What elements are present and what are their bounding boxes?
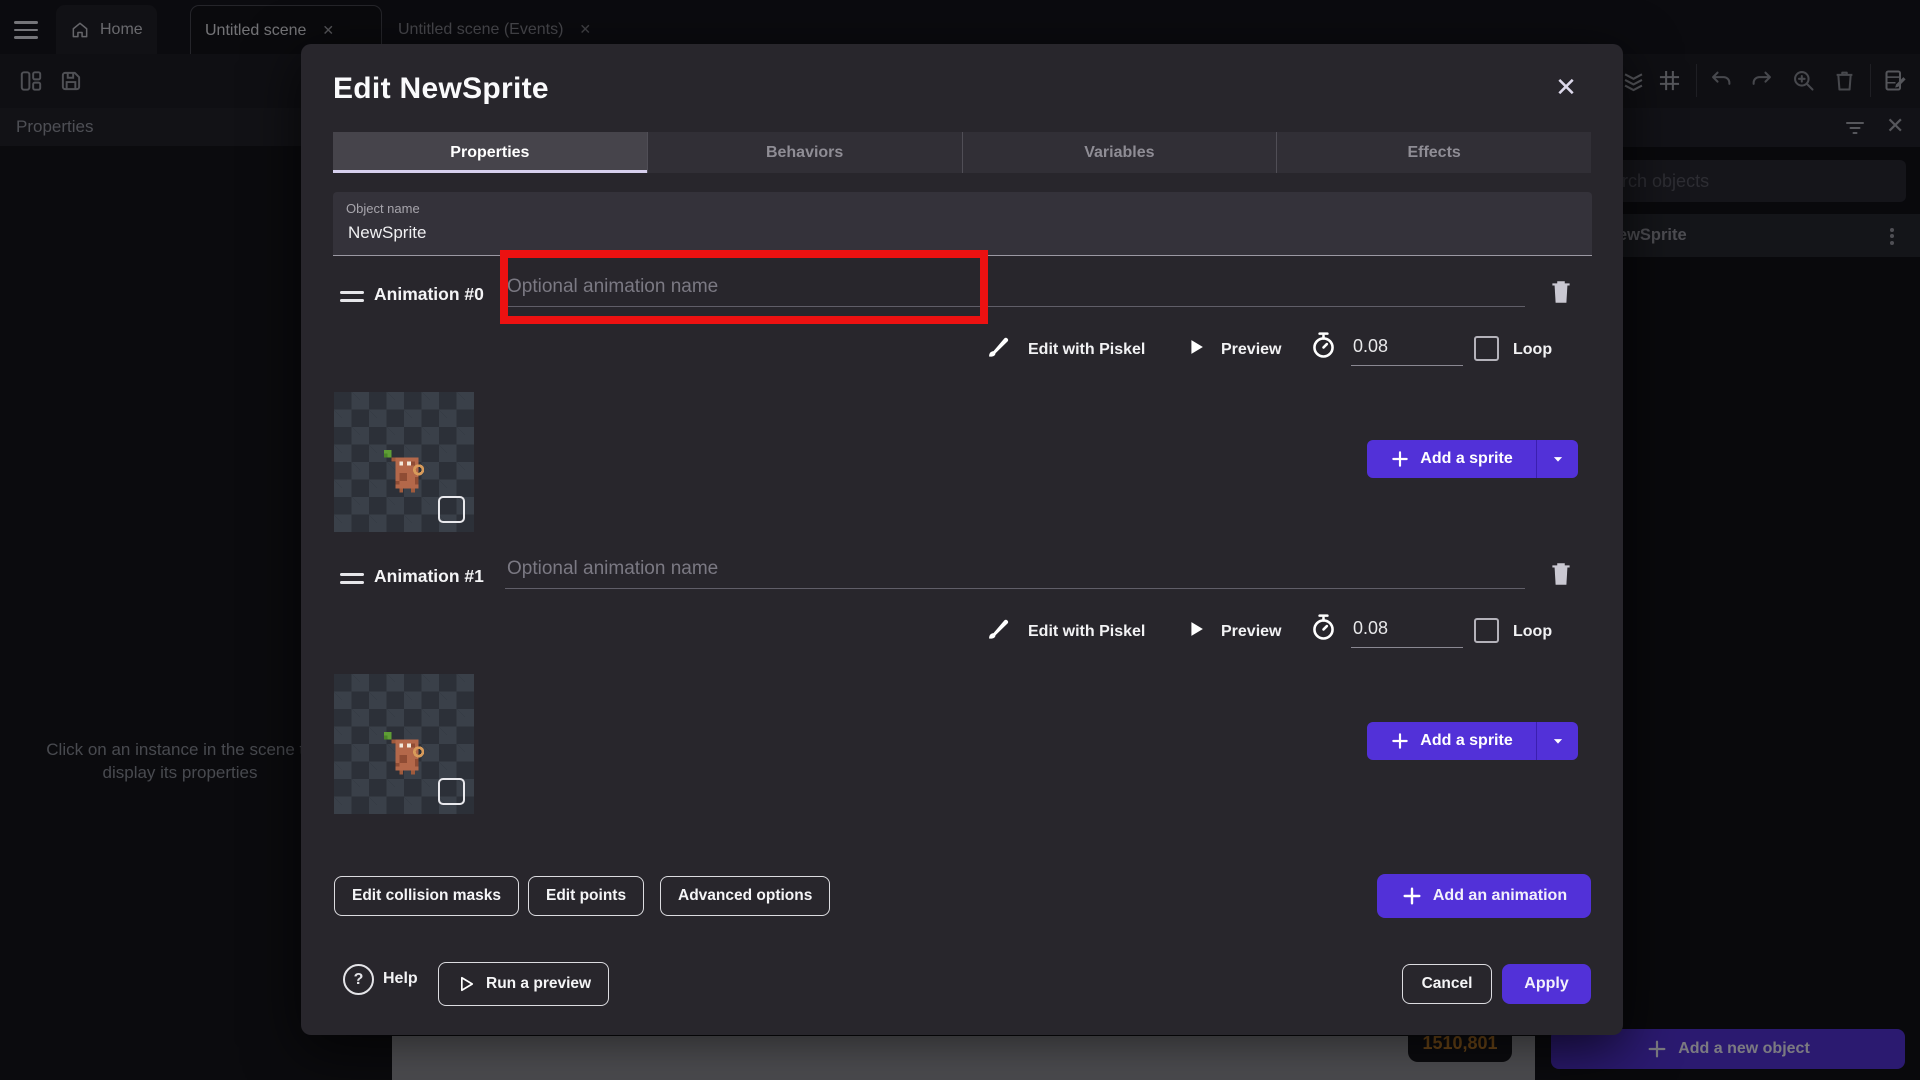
apply-button[interactable]: Apply (1502, 964, 1591, 1004)
add-sprite-split-button: Add a sprite (1367, 722, 1578, 760)
chevron-down-icon (1549, 450, 1567, 468)
plus-icon (1401, 885, 1423, 907)
preview-button[interactable]: Preview (1221, 623, 1281, 641)
button-label: Run a preview (486, 975, 591, 993)
object-name-input[interactable] (346, 222, 1550, 244)
loop-checkbox[interactable] (1474, 618, 1499, 643)
drag-handle-icon[interactable] (340, 286, 364, 307)
pig-sprite-image (376, 442, 438, 504)
animation-block-0: Animation #0 Edit with Piskel Preview Lo… (301, 250, 1623, 550)
brush-icon (985, 332, 1013, 360)
animation-title: Animation #0 (374, 284, 484, 305)
animation-block-1: Animation #1 Edit with Piskel Preview Lo… (301, 532, 1623, 832)
chevron-down-icon (1549, 732, 1567, 750)
run-preview-button[interactable]: Run a preview (438, 962, 609, 1006)
plus-icon (1390, 731, 1410, 751)
dialog-tab-bar: Properties Behaviors Variables Effects (333, 132, 1591, 173)
add-sprite-dropdown-button[interactable] (1536, 722, 1578, 760)
button-label: Add an animation (1433, 887, 1567, 905)
plus-icon (1390, 449, 1410, 469)
add-sprite-button[interactable]: Add a sprite (1367, 440, 1536, 478)
play-icon (1185, 618, 1207, 640)
edit-with-piskel-button[interactable]: Edit with Piskel (1028, 623, 1145, 641)
edit-with-piskel-button[interactable]: Edit with Piskel (1028, 341, 1145, 359)
advanced-options-button[interactable]: Advanced options (660, 876, 830, 916)
tab-effects[interactable]: Effects (1276, 132, 1591, 173)
help-icon[interactable]: ? (343, 964, 374, 995)
add-sprite-label: Add a sprite (1420, 732, 1512, 750)
brush-icon (985, 614, 1013, 642)
delete-animation-icon[interactable] (1548, 278, 1574, 306)
tab-label: Effects (1407, 144, 1460, 162)
add-sprite-split-button: Add a sprite (1367, 440, 1578, 478)
edit-sprite-dialog: Edit NewSprite ✕ Properties Behaviors Va… (301, 44, 1623, 1035)
gdevelop-app: Home Untitled scene ✕ Untitled scene (Ev… (0, 0, 1920, 1080)
play-icon (1185, 336, 1207, 358)
pig-sprite-image (376, 724, 438, 786)
tab-properties[interactable]: Properties (333, 132, 647, 173)
play-icon (456, 974, 476, 994)
loop-checkbox[interactable] (1474, 336, 1499, 361)
animation-title: Animation #1 (374, 566, 484, 587)
add-animation-button[interactable]: Add an animation (1377, 874, 1591, 918)
time-between-frames-input[interactable] (1351, 334, 1463, 366)
sprite-frame-thumbnail[interactable] (334, 674, 474, 814)
dialog-title: Edit NewSprite (333, 72, 549, 106)
add-sprite-label: Add a sprite (1420, 450, 1512, 468)
close-dialog-icon[interactable]: ✕ (1549, 70, 1583, 104)
tab-label: Behaviors (766, 144, 843, 162)
tab-behaviors[interactable]: Behaviors (647, 132, 962, 173)
drag-handle-icon[interactable] (340, 568, 364, 589)
preview-button[interactable]: Preview (1221, 341, 1281, 359)
annotation-highlight-box (500, 250, 988, 324)
edit-points-button[interactable]: Edit points (528, 876, 644, 916)
button-label: Advanced options (678, 887, 812, 905)
animation-name-input[interactable] (505, 554, 1525, 589)
loop-label: Loop (1513, 623, 1552, 641)
button-label: Edit points (546, 887, 626, 905)
sprite-frame-thumbnail[interactable] (334, 392, 474, 532)
add-sprite-dropdown-button[interactable] (1536, 440, 1578, 478)
select-frame-checkbox[interactable] (438, 496, 465, 523)
object-name-field-label: Object name (346, 201, 420, 216)
cancel-button[interactable]: Cancel (1402, 964, 1492, 1004)
object-name-field[interactable]: Object name (333, 192, 1592, 256)
tab-variables[interactable]: Variables (962, 132, 1277, 173)
edit-collision-masks-button[interactable]: Edit collision masks (334, 876, 519, 916)
add-sprite-button[interactable]: Add a sprite (1367, 722, 1536, 760)
loop-label: Loop (1513, 341, 1552, 359)
button-label: Edit collision masks (352, 887, 501, 905)
button-label: Apply (1524, 975, 1568, 993)
select-frame-checkbox[interactable] (438, 778, 465, 805)
stopwatch-icon (1308, 612, 1339, 643)
tab-label: Properties (450, 144, 529, 162)
tab-label: Variables (1084, 144, 1154, 162)
delete-animation-icon[interactable] (1548, 560, 1574, 588)
stopwatch-icon (1308, 330, 1339, 361)
time-between-frames-input[interactable] (1351, 616, 1463, 648)
help-button[interactable]: Help (383, 970, 418, 988)
button-label: Cancel (1422, 975, 1473, 993)
